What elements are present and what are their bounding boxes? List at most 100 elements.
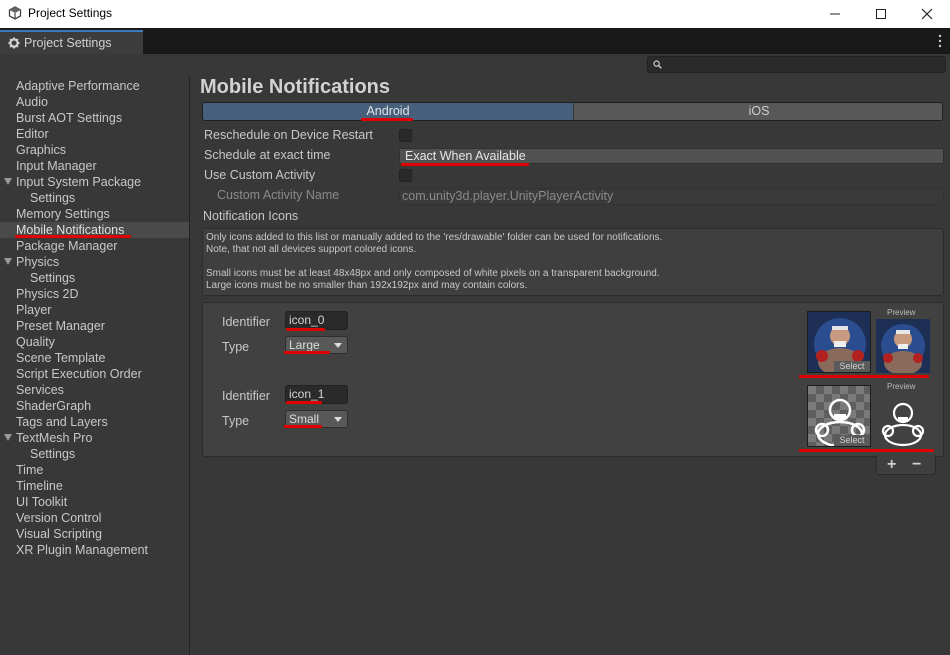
sidebar-item-physics-2d[interactable]: Physics 2D — [0, 286, 189, 302]
sidebar-item-settings[interactable]: Settings — [0, 270, 189, 286]
minimize-icon — [830, 13, 840, 15]
foldout-arrow-icon[interactable] — [4, 258, 12, 265]
annotation-underline — [799, 375, 929, 378]
sidebar-item-adaptive-performance[interactable]: Adaptive Performance — [0, 78, 189, 94]
help-line: Small icons must be at least 48x48px and… — [206, 268, 660, 279]
annotation-underline — [401, 163, 529, 166]
search-input[interactable] — [647, 56, 946, 73]
sidebar-item-label: Physics 2D — [16, 287, 79, 301]
sidebar-item-burst-aot-settings[interactable]: Burst AOT Settings — [0, 110, 189, 126]
annotation-underline — [284, 351, 330, 354]
small-icon-thumbnail[interactable]: Select — [807, 385, 871, 447]
select-button[interactable]: Select — [834, 435, 870, 446]
sidebar-item-label: Editor — [16, 127, 49, 141]
sidebar-item-xr-plugin-management[interactable]: XR Plugin Management — [0, 542, 189, 558]
exact-time-label: Schedule at exact time — [204, 148, 331, 162]
sidebar-item-quality[interactable]: Quality — [0, 334, 189, 350]
more-options-icon[interactable] — [938, 34, 942, 48]
large-icon-thumbnail[interactable]: Select — [807, 311, 871, 373]
sidebar-item-time[interactable]: Time — [0, 462, 189, 478]
sidebar-item-label: Graphics — [16, 143, 67, 157]
sidebar-item-version-control[interactable]: Version Control — [0, 510, 189, 526]
sidebar-item-label: Burst AOT Settings — [16, 111, 123, 125]
identifier-label: Identifier — [222, 315, 270, 329]
reschedule-label: Reschedule on Device Restart — [204, 128, 373, 142]
large-icon-preview — [876, 319, 930, 373]
sidebar-item-settings[interactable]: Settings — [0, 446, 189, 462]
type-value: Large — [289, 338, 320, 352]
sidebar-item-preset-manager[interactable]: Preset Manager — [0, 318, 189, 334]
annotation-underline — [286, 328, 325, 331]
foldout-arrow-icon[interactable] — [4, 434, 12, 441]
tab-ios[interactable]: iOS — [574, 103, 942, 120]
custom-activity-checkbox[interactable] — [399, 169, 412, 182]
sidebar-item-script-execution-order[interactable]: Script Execution Order — [0, 366, 189, 382]
sidebar-item-input-system-package[interactable]: Input System Package — [0, 174, 189, 190]
sidebar-item-timeline[interactable]: Timeline — [0, 478, 189, 494]
chevron-down-icon — [334, 343, 342, 348]
annotation-underline — [799, 449, 934, 452]
minimize-button[interactable] — [812, 0, 858, 28]
sidebar-item-label: Tags and Layers — [16, 415, 108, 429]
editor-tab-bar: Project Settings — [0, 28, 950, 54]
sidebar-item-textmesh-pro[interactable]: TextMesh Pro — [0, 430, 189, 446]
sidebar-item-label: Quality — [16, 335, 55, 349]
maximize-button[interactable] — [858, 0, 904, 28]
remove-icon-button[interactable]: − — [912, 456, 921, 474]
sidebar-item-package-manager[interactable]: Package Manager — [0, 238, 189, 254]
notification-icons-label: Notification Icons — [203, 209, 299, 223]
sidebar-item-label: Settings — [30, 191, 76, 205]
sidebar-item-editor[interactable]: Editor — [0, 126, 189, 142]
sidebar-item-label: Time — [16, 463, 44, 477]
sidebar-item-audio[interactable]: Audio — [0, 94, 189, 110]
sidebar-item-shadergraph[interactable]: ShaderGraph — [0, 398, 189, 414]
gear-icon — [8, 37, 20, 49]
sidebar-item-memory-settings[interactable]: Memory Settings — [0, 206, 189, 222]
sidebar-item-label: Version Control — [16, 511, 102, 525]
help-line: Only icons added to this list or manuall… — [206, 232, 663, 243]
search-icon — [653, 60, 662, 69]
annotation-underline — [284, 425, 322, 428]
sidebar-item-physics[interactable]: Physics — [0, 254, 189, 270]
sidebar-item-label: Audio — [16, 95, 48, 109]
add-icon-button[interactable]: + — [887, 456, 896, 474]
sidebar-item-graphics[interactable]: Graphics — [0, 142, 189, 158]
sidebar-item-label: ShaderGraph — [16, 399, 92, 413]
list-add-remove-controls: + − — [876, 455, 936, 475]
sidebar-item-label: Memory Settings — [16, 207, 110, 221]
sidebar-item-ui-toolkit[interactable]: UI Toolkit — [0, 494, 189, 510]
sidebar-item-mobile-notifications[interactable]: Mobile Notifications — [0, 222, 189, 238]
type-label: Type — [222, 340, 250, 354]
sidebar-item-label: Input Manager — [16, 159, 97, 173]
identifier-label: Identifier — [222, 389, 270, 403]
close-button[interactable] — [904, 0, 950, 28]
settings-main-panel: Mobile Notifications Android iOS Resched… — [191, 76, 950, 655]
sidebar-item-services[interactable]: Services — [0, 382, 189, 398]
exact-time-dropdown[interactable]: Exact When Available — [399, 148, 944, 164]
close-icon — [921, 8, 933, 20]
settings-sidebar: Adaptive Performance Audio Burst AOT Setti… — [0, 76, 190, 655]
reschedule-checkbox[interactable] — [399, 129, 412, 142]
select-button[interactable]: Select — [834, 361, 870, 372]
help-line: Note, that not all devices support color… — [206, 244, 417, 255]
sidebar-item-label: Preset Manager — [16, 319, 105, 333]
sidebar-item-player[interactable]: Player — [0, 302, 189, 318]
sidebar-item-scene-template[interactable]: Scene Template — [0, 350, 189, 366]
sidebar-item-label: Settings — [30, 271, 76, 285]
sidebar-item-tags-and-layers[interactable]: Tags and Layers — [0, 414, 189, 430]
chevron-down-icon — [334, 417, 342, 422]
small-icon-preview — [881, 402, 925, 447]
sidebar-item-label: Visual Scripting — [16, 527, 102, 541]
notification-icon-list: Identifier icon_0 Type Large Select Prev… — [202, 302, 944, 457]
sidebar-item-input-manager[interactable]: Input Manager — [0, 158, 189, 174]
tab-project-settings[interactable]: Project Settings — [0, 30, 143, 54]
preview-label: Preview — [887, 382, 916, 391]
sidebar-item-label: Timeline — [16, 479, 63, 493]
foldout-arrow-icon[interactable] — [4, 178, 12, 185]
sidebar-item-settings[interactable]: Settings — [0, 190, 189, 206]
platform-tabs: Android iOS — [202, 102, 943, 121]
sidebar-item-visual-scripting[interactable]: Visual Scripting — [0, 526, 189, 542]
window-title: Project Settings — [28, 6, 113, 20]
preview-label: Preview — [887, 308, 916, 317]
activity-name-label: Custom Activity Name — [217, 188, 340, 202]
